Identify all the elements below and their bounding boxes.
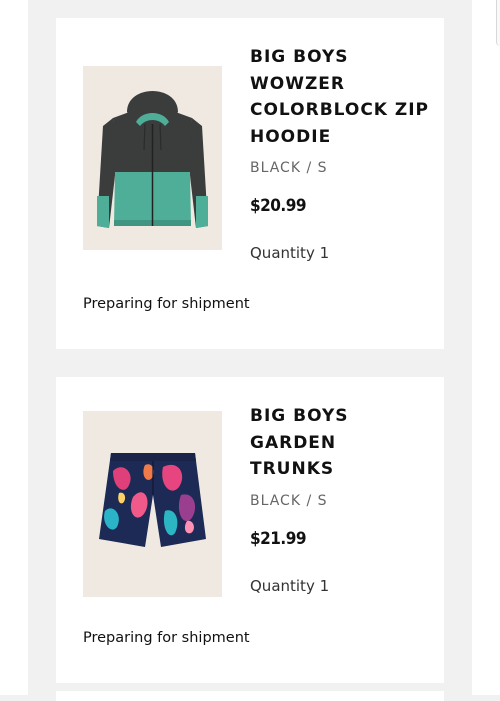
product-variant: BLACK / S xyxy=(250,160,328,176)
product-price: $20.99 xyxy=(250,196,307,216)
shipment-status: Preparing for shipment xyxy=(83,296,250,312)
order-item-card-partial xyxy=(56,691,444,701)
page-right-margin xyxy=(472,0,500,695)
order-item-card[interactable]: BIG BOYS GARDEN TRUNKS BLACK / S $21.99 … xyxy=(56,377,444,683)
product-name[interactable]: BIG BOYS GARDEN TRUNKS xyxy=(250,403,440,483)
product-info: BIG BOYS GARDEN TRUNKS BLACK / S $21.99 … xyxy=(250,403,440,595)
product-price: $21.99 xyxy=(250,528,307,549)
order-item-card[interactable]: BIG BOYS WOWZER COLORBLOCK ZIP HOODIE BL… xyxy=(56,18,444,349)
page-left-margin xyxy=(0,0,28,695)
product-name[interactable]: BIG BOYS WOWZER COLORBLOCK ZIP HOODIE xyxy=(250,44,440,150)
scrollbar-edge[interactable] xyxy=(496,0,500,46)
product-variant: BLACK / S xyxy=(250,492,328,509)
product-quantity: Quantity 1 xyxy=(250,576,330,595)
product-image-trunks[interactable] xyxy=(83,411,222,597)
trunks-icon xyxy=(83,411,222,597)
product-info: BIG BOYS WOWZER COLORBLOCK ZIP HOODIE BL… xyxy=(250,44,440,262)
product-image-hoodie[interactable] xyxy=(83,66,222,250)
hoodie-icon xyxy=(83,66,222,250)
product-quantity: Quantity 1 xyxy=(250,244,330,262)
shipment-status: Preparing for shipment xyxy=(83,630,250,646)
